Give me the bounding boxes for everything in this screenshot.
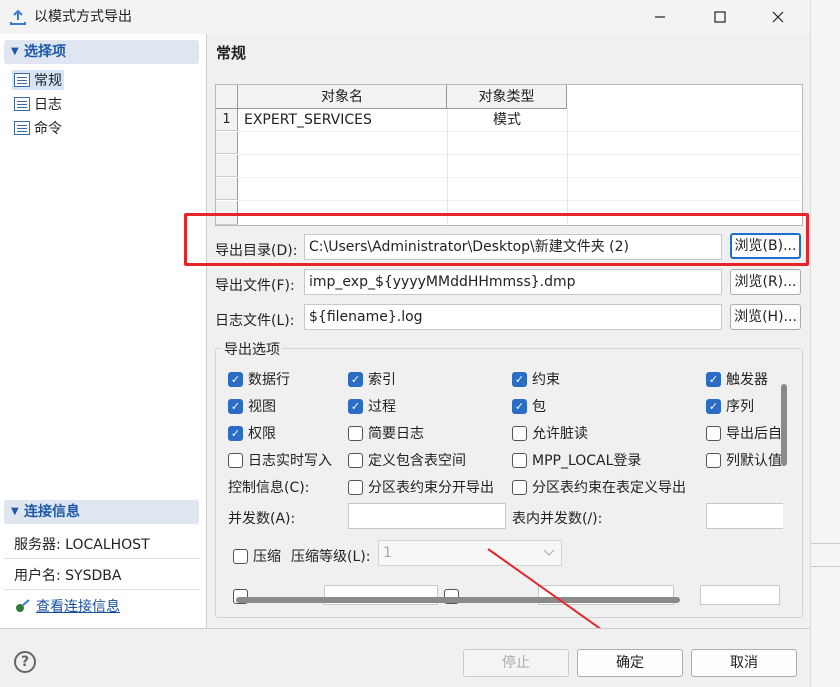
- cancel-button[interactable]: 取消: [691, 649, 797, 677]
- annotation-arrow: [487, 548, 620, 644]
- ok-button[interactable]: 确定: [577, 649, 683, 677]
- bottom-bar: ? 停止 确定 取消: [0, 628, 810, 687]
- stop-button[interactable]: 停止: [463, 649, 569, 677]
- help-icon[interactable]: ?: [14, 651, 36, 673]
